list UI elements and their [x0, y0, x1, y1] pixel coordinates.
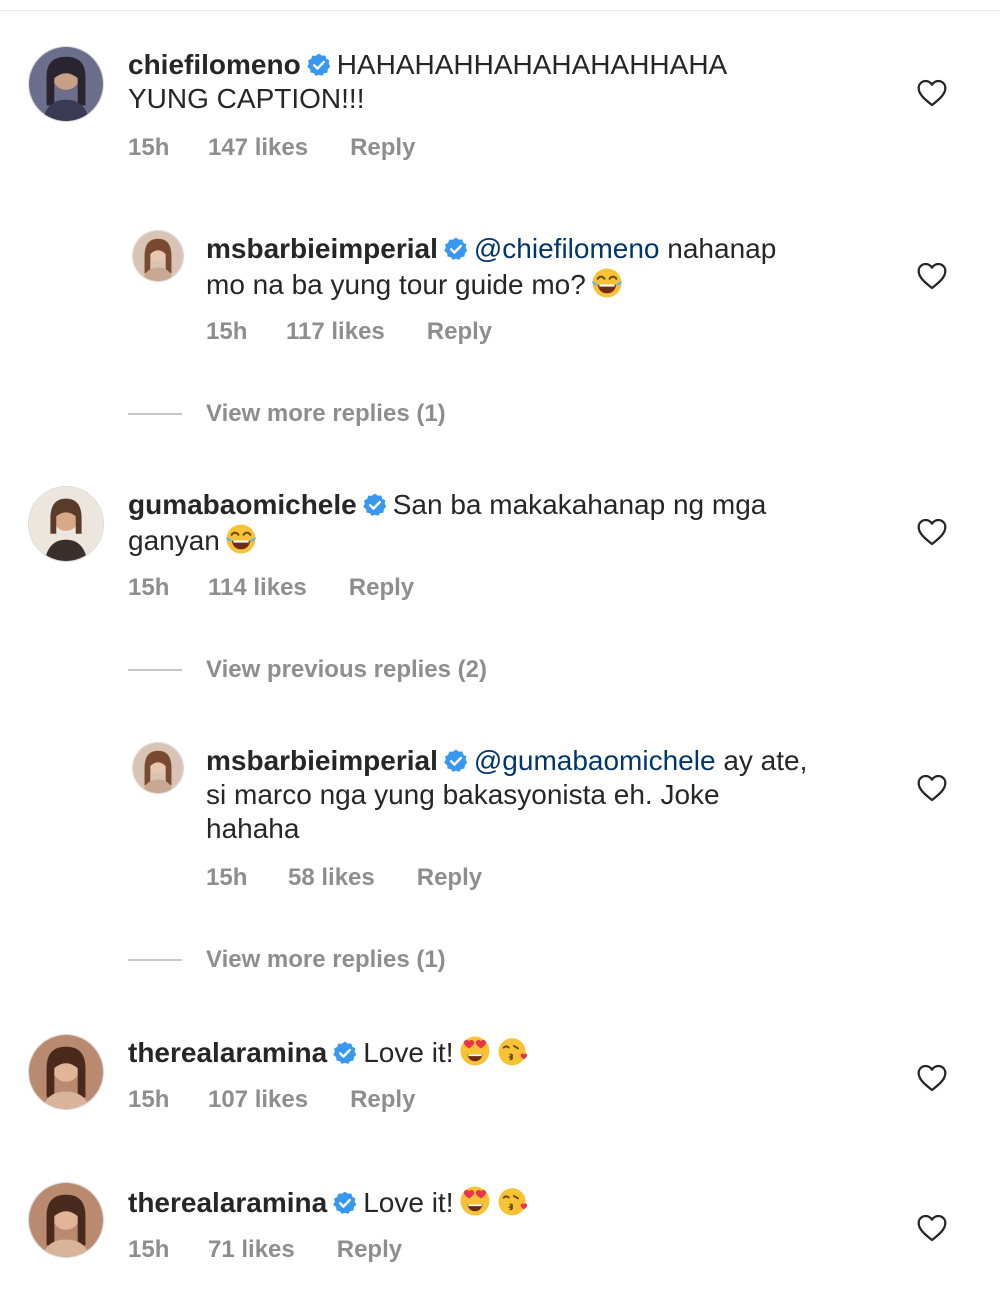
timestamp: 15h [128, 1086, 170, 1113]
username[interactable]: gumabaomichele [128, 489, 357, 520]
heart-outline-icon[interactable] [916, 517, 948, 547]
avatar[interactable] [28, 46, 104, 122]
comment-meta: 15h 71 likes Reply [128, 1236, 402, 1264]
mention-link[interactable]: @gumabaomichele [474, 745, 716, 776]
view-previous-replies[interactable]: View previous replies (2) [128, 656, 487, 686]
heart-eyes-emoji [458, 1034, 492, 1068]
comment-body: gumabaomichele San ba makakahanap ng mga … [128, 488, 766, 558]
username[interactable]: msbarbieimperial [206, 233, 438, 264]
verified-badge-icon [333, 1191, 357, 1215]
comment-text-line: mo na ba yung tour guide mo? [206, 269, 586, 300]
verified-badge-icon [444, 237, 468, 261]
comment-text: Love it! [363, 1037, 454, 1068]
timestamp: 15h [128, 574, 170, 601]
comment-text: Love it! [363, 1187, 454, 1218]
verified-badge-icon [307, 53, 331, 77]
comment-text: San ba makakahanap ng mga [392, 489, 767, 520]
comment-text-line: YUNG CAPTION!!! [128, 83, 365, 114]
top-divider [0, 10, 1000, 11]
view-more-replies[interactable]: View more replies (1) [128, 400, 446, 430]
heart-outline-icon[interactable] [916, 1213, 948, 1243]
verified-badge-icon [333, 1041, 357, 1065]
view-more-label[interactable]: View more replies (1) [206, 946, 446, 973]
heart-eyes-emoji [458, 1184, 492, 1218]
avatar[interactable] [28, 1182, 104, 1258]
divider-dash [128, 413, 182, 415]
comment-meta: 15h 147 likes Reply [128, 134, 415, 162]
username[interactable]: therealaramina [128, 1187, 327, 1218]
reply-button[interactable]: Reply [337, 1236, 402, 1264]
comment-text: HAHAHAHHAHAHAHAHHAHA [336, 49, 728, 80]
timestamp: 15h [206, 318, 248, 345]
divider-dash [128, 669, 182, 671]
comment-body: msbarbieimperial @gumabaomichele ay ate, … [206, 744, 807, 846]
likes-count[interactable]: 71 likes [208, 1236, 295, 1264]
avatar[interactable] [28, 1034, 104, 1110]
avatar[interactable] [132, 230, 184, 282]
kissing-heart-emoji [496, 1184, 530, 1218]
mention-link[interactable]: @chiefilomeno [474, 233, 660, 264]
likes-count[interactable]: 107 likes [208, 1086, 308, 1114]
comment-meta: 15h 58 likes Reply [206, 864, 482, 892]
view-previous-label[interactable]: View previous replies (2) [206, 656, 487, 683]
likes-count[interactable]: 58 likes [288, 864, 375, 892]
comment-text-line: si marco nga yung bakasyonista eh. Joke [206, 779, 720, 810]
tears-of-joy-emoji [224, 522, 258, 556]
reply-button[interactable]: Reply [350, 1086, 415, 1114]
verified-badge-icon [444, 749, 468, 773]
kissing-heart-emoji [496, 1034, 530, 1068]
reply-button[interactable]: Reply [350, 134, 415, 162]
timestamp: 15h [128, 134, 170, 161]
likes-count[interactable]: 114 likes [208, 574, 307, 602]
tears-of-joy-emoji [590, 266, 624, 300]
comment-text-line: hahaha [206, 813, 300, 844]
timestamp: 15h [206, 864, 248, 891]
divider-dash [128, 959, 182, 961]
username[interactable]: chiefilomeno [128, 49, 301, 80]
comment-body: therealaramina Love it! [128, 1034, 530, 1070]
likes-count[interactable]: 117 likes [286, 318, 385, 346]
comment-text: nahanap [659, 233, 777, 264]
view-more-label[interactable]: View more replies (1) [206, 400, 446, 427]
heart-outline-icon[interactable] [916, 1063, 948, 1093]
view-more-replies[interactable]: View more replies (1) [128, 946, 446, 976]
heart-outline-icon[interactable] [916, 773, 948, 803]
likes-count[interactable]: 147 likes [208, 134, 308, 162]
comment-body: chiefilomeno HAHAHAHHAHAHAHAHHAHA YUNG CA… [128, 48, 727, 116]
comment-meta: 15h 107 likes Reply [128, 1086, 415, 1114]
comment-text: ay ate, [715, 745, 808, 776]
avatar[interactable] [132, 742, 184, 794]
comment-text-line: ganyan [128, 525, 220, 556]
heart-outline-icon[interactable] [916, 261, 948, 291]
reply-button[interactable]: Reply [427, 318, 492, 346]
heart-outline-icon[interactable] [916, 78, 948, 108]
username[interactable]: therealaramina [128, 1037, 327, 1068]
comment-body: msbarbieimperial @chiefilomeno nahanap mo… [206, 232, 776, 302]
reply-button[interactable]: Reply [349, 574, 414, 602]
username[interactable]: msbarbieimperial [206, 745, 438, 776]
comment-body: therealaramina Love it! [128, 1184, 530, 1220]
comment-meta: 15h 117 likes Reply [206, 318, 492, 346]
avatar[interactable] [28, 486, 104, 562]
verified-badge-icon [363, 493, 387, 517]
reply-button[interactable]: Reply [417, 864, 482, 892]
timestamp: 15h [128, 1236, 170, 1263]
comment-meta: 15h 114 likes Reply [128, 574, 414, 602]
